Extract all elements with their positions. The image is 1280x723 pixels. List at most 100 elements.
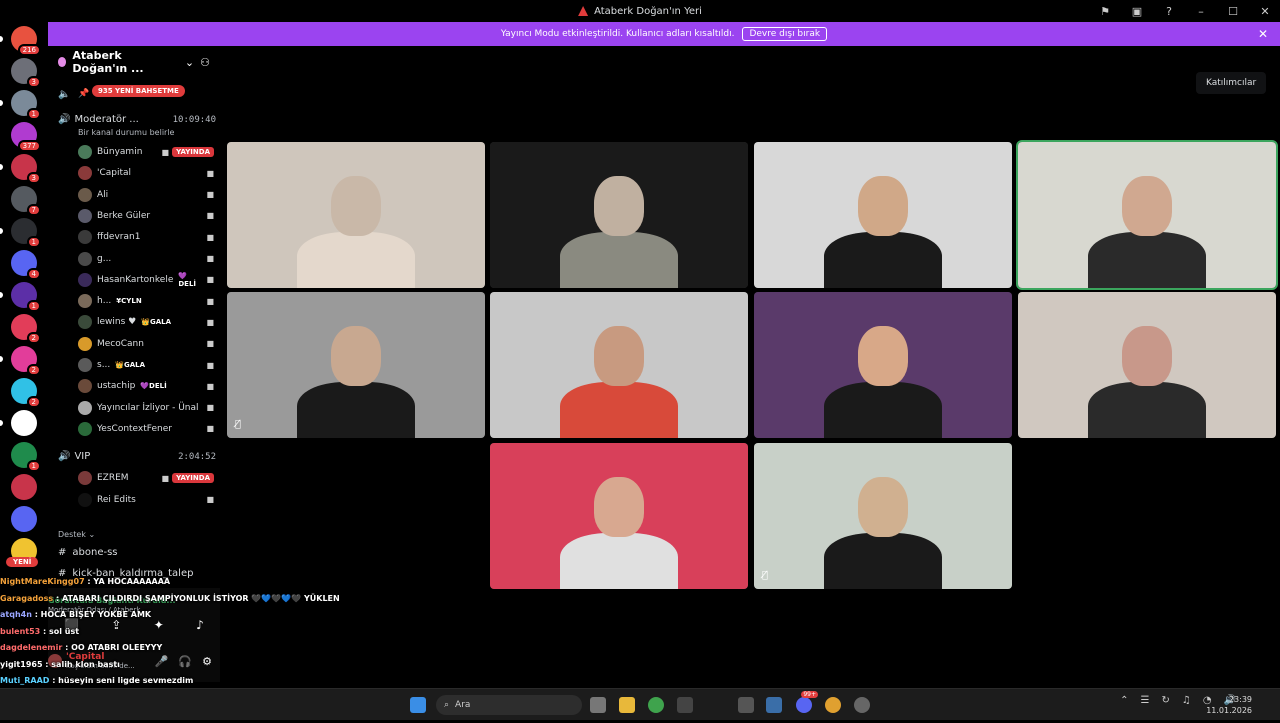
obs-icon[interactable] (854, 697, 870, 713)
voice-channel[interactable]: 🔊 Moderatör ... 10:09:40 (58, 114, 216, 125)
discord-icon[interactable]: 99+ (796, 691, 818, 713)
chat-username: yigit1965 (0, 659, 43, 669)
server-icon[interactable] (11, 410, 37, 436)
screen-icon[interactable]: ▣ (1128, 5, 1146, 18)
chat-message: Garagadoss : ATABARI ÇILDIRDI ŞAMPİYONLU… (0, 591, 400, 608)
participant-face (331, 176, 381, 236)
text-channel-name: abone-ss (72, 547, 118, 558)
avatar (78, 379, 92, 394)
avatar (78, 230, 92, 245)
server-icon[interactable]: 377 (11, 122, 41, 152)
avatar (78, 187, 92, 202)
inbox-icon[interactable]: ⚑ (1096, 5, 1114, 18)
participant-body (297, 382, 415, 438)
server-icon[interactable]: 7 (11, 186, 41, 216)
chevron-up-icon[interactable]: ⌃ (1120, 695, 1128, 706)
video-icon: ■ (206, 275, 214, 285)
close-icon[interactable]: ✕ (1258, 27, 1268, 41)
video-tile[interactable]: 🎙̸ (754, 443, 1012, 589)
video-icon: ■ (206, 360, 214, 370)
close-window-button[interactable]: ✕ (1256, 5, 1274, 18)
participant-body (1088, 382, 1206, 438)
voice-user[interactable]: s... 👑GALA ■ (78, 356, 214, 374)
server-icon[interactable]: 4 (11, 250, 41, 280)
voice-user[interactable]: lewins ♥ 👑GALA ■ (78, 313, 214, 331)
voice-user[interactable]: Berke Güler ■ (78, 207, 214, 225)
server-badge: 216 (17, 44, 41, 56)
network-icon[interactable]: ☰ (1140, 695, 1149, 706)
video-tile[interactable] (1018, 292, 1276, 438)
video-icon: ■ (161, 147, 170, 157)
unread-pip (0, 228, 3, 234)
avatar (78, 251, 92, 266)
video-icon: ■ (206, 495, 214, 504)
server-icon[interactable]: 1 (11, 442, 41, 472)
taskbar-search[interactable]: ⌕ Ara (436, 695, 582, 715)
video-tile[interactable]: 🎙̸ (227, 292, 485, 438)
file-explorer-icon[interactable] (619, 697, 635, 713)
server-icon[interactable]: 3 (11, 154, 41, 184)
taskbar-clock[interactable]: 23:39 11.01.2026 (1206, 694, 1252, 716)
avatar (78, 492, 92, 507)
add-user-icon[interactable]: ⚇ (200, 56, 210, 69)
server-icon[interactable]: 1 (11, 282, 41, 312)
server-icon[interactable] (11, 506, 37, 532)
sync-icon[interactable]: ↻ (1161, 695, 1169, 706)
voice-user[interactable]: EZREM ■ YAYINDA (78, 469, 214, 487)
server-icon[interactable]: 2 (11, 314, 41, 344)
category-header[interactable]: Destek ⌄ (58, 530, 95, 539)
video-tile[interactable] (754, 142, 1012, 288)
voice-user[interactable]: 'Capital ■ (78, 164, 214, 182)
text-channel[interactable]: # abone-ss (58, 547, 118, 558)
task-view-icon[interactable] (590, 697, 606, 713)
chrome-icon[interactable] (648, 697, 664, 713)
server-icon[interactable]: 2 (11, 346, 41, 376)
mention-badge[interactable]: 935 YENİ BAHSETME (92, 85, 185, 97)
voice-user[interactable]: g... ■ (78, 250, 214, 268)
server-icon[interactable]: 3 (11, 58, 41, 88)
guild-header[interactable]: Ataberk Doğan'ın ... ⌄ ⚇ (48, 46, 220, 78)
video-tile[interactable] (490, 292, 748, 438)
server-icon[interactable]: 2 (11, 378, 41, 408)
server-icon[interactable]: 216 (11, 26, 41, 56)
server-icon[interactable]: 1 (11, 90, 41, 120)
avatar (78, 400, 92, 415)
chat-text: : sol üst (40, 626, 80, 636)
voice-user[interactable]: h... ¥CYLN ■ (78, 292, 214, 310)
voice-user[interactable]: YesContextFener ■ (78, 420, 214, 438)
channel-status[interactable]: Bir kanal durumu belirle (78, 128, 174, 137)
minimize-button[interactable]: – (1192, 5, 1210, 18)
voice-user[interactable]: Yayıncılar İzliyor - Ünal ■ (78, 399, 214, 417)
voice-channel[interactable]: 🔊 VIP 2:04:52 (58, 451, 216, 462)
voice-user[interactable]: ffdevran1 ■ (78, 228, 214, 246)
voice-user[interactable]: Bünyamin ■ YAYINDA (78, 143, 214, 161)
chrome-profile-icon[interactable] (825, 697, 841, 713)
video-tile[interactable] (1016, 140, 1278, 290)
video-tile[interactable] (490, 142, 748, 288)
user-tag: ¥CYLN (116, 297, 142, 306)
chevron-down-icon: ⌄ (184, 55, 195, 69)
server-icon[interactable] (11, 474, 37, 500)
app-icon[interactable] (738, 697, 754, 713)
video-icon: ■ (206, 339, 214, 349)
voice-user[interactable]: Ali ■ (78, 186, 214, 204)
video-tile[interactable] (754, 292, 1012, 438)
clock-date: 11.01.2026 (1206, 706, 1252, 715)
start-icon[interactable] (410, 697, 426, 713)
help-icon[interactable]: ? (1160, 5, 1178, 18)
disable-streamer-mode-button[interactable]: Devre dışı bırak (742, 27, 828, 41)
maximize-button[interactable]: ☐ (1224, 5, 1242, 18)
voice-user[interactable]: Rei Edits ■ (78, 491, 214, 509)
mic-tray-icon[interactable]: ♫ (1182, 695, 1191, 706)
participant-face (858, 477, 908, 537)
capcut-icon[interactable] (677, 697, 693, 713)
voice-user[interactable]: MecoCann ■ (78, 335, 214, 353)
video-tile[interactable] (490, 443, 748, 589)
server-icon[interactable]: 1 (11, 218, 41, 248)
video-tile[interactable] (227, 142, 485, 288)
voice-user[interactable]: ustachip 💜DELİ ■ (78, 377, 214, 395)
speaker-icon: 🔊 (58, 451, 71, 462)
voice-user-name: 'Capital (97, 168, 132, 179)
steam-icon[interactable] (766, 697, 782, 713)
voice-user[interactable]: HasanKartonkele 💜DELİ ■ (78, 271, 214, 289)
